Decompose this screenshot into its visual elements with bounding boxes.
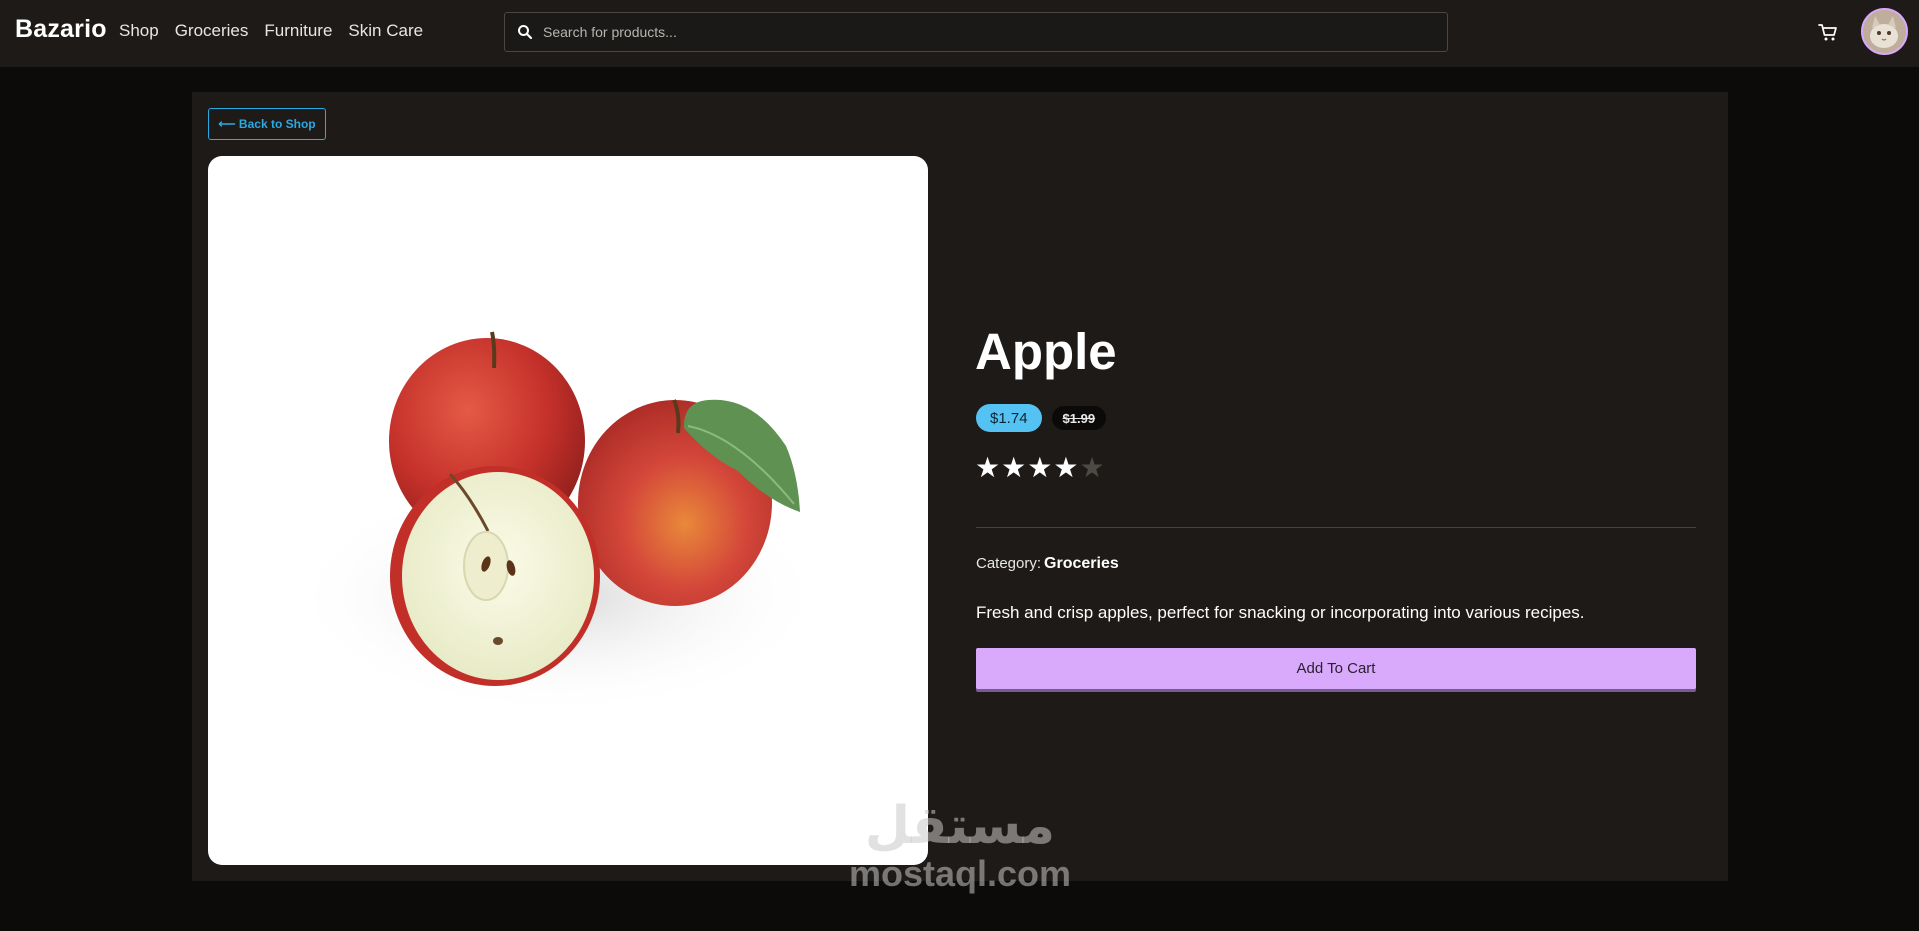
rating-stars: ★ ★ ★ ★ ★	[975, 454, 1105, 482]
category-line: Category: Groceries	[976, 555, 1119, 573]
nav-links: Shop Groceries Furniture Skin Care	[119, 21, 439, 41]
brand-logo[interactable]: Bazario	[15, 15, 107, 44]
nav-link-furniture[interactable]: Furniture	[264, 21, 332, 41]
current-price-badge: $1.74	[976, 404, 1042, 432]
cart-icon[interactable]	[1817, 21, 1839, 43]
star-filled-icon: ★	[1053, 452, 1079, 483]
star-empty-icon: ★	[1079, 452, 1105, 483]
price-row: $1.74 $1.99	[976, 404, 1107, 432]
product-title: Apple	[975, 323, 1117, 380]
back-to-shop-button[interactable]: ⟵ Back to Shop	[208, 108, 326, 140]
user-avatar[interactable]	[1861, 8, 1908, 55]
search-icon	[517, 24, 533, 40]
category-value[interactable]: Groceries	[1044, 555, 1119, 572]
search-bar[interactable]	[504, 12, 1448, 52]
nav-link-shop[interactable]: Shop	[119, 21, 159, 41]
divider	[976, 527, 1696, 528]
product-image	[208, 156, 928, 865]
category-label: Category:	[976, 555, 1042, 572]
star-filled-icon: ★	[975, 452, 1001, 483]
watermark-latin: mostaql.com	[848, 853, 1072, 894]
old-price-badge: $1.99	[1051, 406, 1107, 430]
search-input[interactable]	[543, 24, 1447, 40]
nav-link-groceries[interactable]: Groceries	[175, 21, 249, 41]
top-navbar: Bazario Shop Groceries Furniture Skin Ca…	[0, 0, 1919, 67]
watermark-arabic: مستقل	[864, 796, 1056, 856]
star-filled-icon: ★	[1001, 452, 1027, 483]
product-description: Fresh and crisp apples, perfect for snac…	[976, 603, 1585, 622]
nav-link-skin-care[interactable]: Skin Care	[348, 21, 423, 41]
star-filled-icon: ★	[1027, 452, 1053, 483]
watermark: مستقل mostaql.com	[840, 800, 1080, 892]
add-to-cart-button[interactable]: Add To Cart	[976, 648, 1696, 689]
